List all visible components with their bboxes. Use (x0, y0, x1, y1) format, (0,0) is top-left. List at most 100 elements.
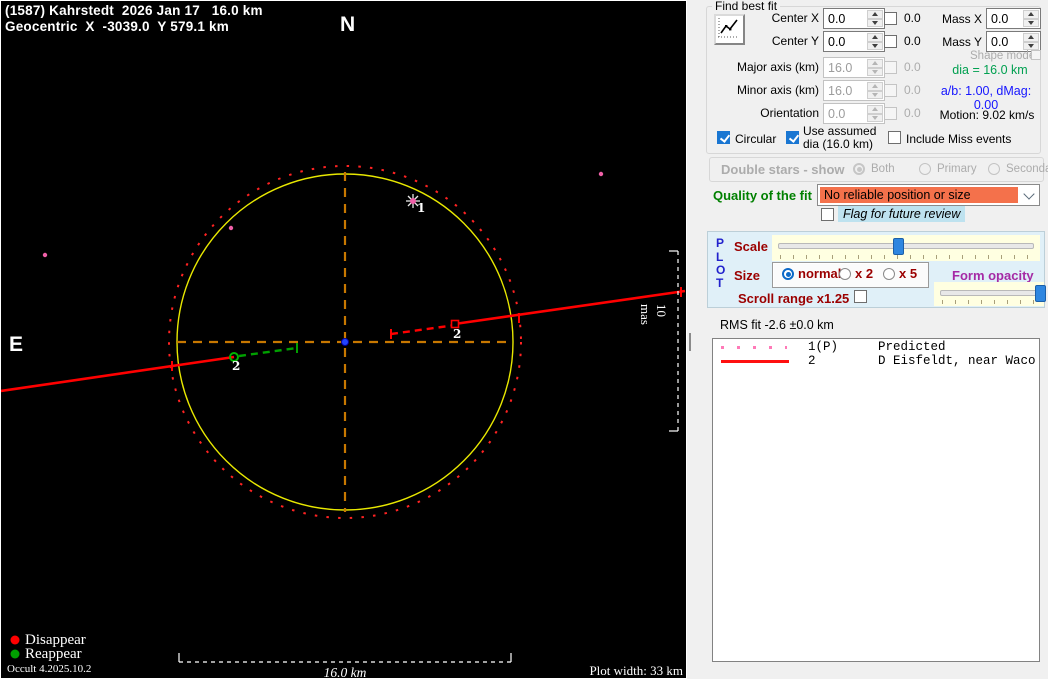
field-star-dot (42, 252, 48, 258)
center-y-spinner[interactable]: 0.0 (823, 31, 885, 52)
mas-scale-bracket (669, 250, 679, 432)
flag-future-review-checkbox[interactable] (821, 208, 834, 221)
mass-y-label: Mass Y (942, 35, 982, 49)
spinner-down-button (867, 67, 883, 76)
double-stars-secondary-radio (988, 163, 1000, 175)
legend-reappear-dot (10, 649, 20, 659)
form-opacity-slider-thumb[interactable] (1035, 285, 1047, 302)
mass-x-value[interactable]: 0.0 (991, 12, 1008, 26)
center-y-lock-checkbox[interactable] (884, 35, 897, 48)
slider-groove (778, 243, 1034, 249)
scale-label: Scale (734, 239, 768, 254)
spinner-down-button[interactable] (867, 41, 883, 50)
spinner-up-button (867, 82, 883, 91)
double-stars-both-radio (853, 163, 865, 175)
form-opacity-slider[interactable] (934, 282, 1047, 306)
orientation-label: Orientation (760, 106, 819, 120)
slider-ticks (780, 255, 1032, 259)
size-x2-label: x 2 (855, 266, 874, 281)
quality-of-fit-dropdown[interactable]: No reliable position or size (817, 184, 1040, 206)
quality-of-fit-selected: No reliable position or size (820, 187, 1018, 203)
plot-title-line1: (1587) Kahrstedt 2026 Jan 17 16.0 km (5, 3, 263, 18)
flag-future-review-label: Flag for future review (838, 206, 966, 222)
mass-y-value[interactable]: 0.0 (991, 35, 1008, 49)
orientation-lock-checkbox (884, 107, 897, 120)
spinner-down-button (867, 90, 883, 99)
center-x-value[interactable]: 0.0 (828, 12, 845, 26)
scroll-range-label: Scroll range x1.25 (738, 291, 850, 306)
major-axis-alt-value: 0.0 (904, 60, 921, 74)
spinner-up-button[interactable] (867, 10, 883, 19)
splitter-handle[interactable] (689, 333, 691, 351)
scale-slider-thumb[interactable] (892, 238, 904, 255)
occultation-plot-canvas[interactable] (1, 1, 686, 678)
quality-of-fit-label: Quality of the fit (713, 188, 812, 203)
mass-x-label: Mass X (941, 12, 982, 26)
predicted-marker-label: 1 (417, 201, 426, 215)
size-label: Size (734, 268, 761, 283)
field-star-dot (228, 225, 234, 231)
center-x-lock-checkbox[interactable] (884, 12, 897, 25)
center-dot (341, 338, 349, 346)
circular-label: Circular (735, 132, 777, 146)
disappear-errorbar (390, 324, 453, 336)
km-scale-label: 16.0 km (323, 665, 367, 679)
mass-y-spinner[interactable]: 0.0 (986, 31, 1041, 52)
orientation-spinner: 0.0 (823, 103, 885, 124)
spinner-up-button[interactable] (1023, 10, 1039, 19)
mass-x-spinner[interactable]: 0.0 (986, 8, 1041, 29)
include-miss-events-checkbox[interactable] (888, 131, 901, 144)
reappear-errorbar (238, 346, 298, 358)
size-x2-radio[interactable] (839, 268, 851, 280)
spinner-down-button[interactable] (867, 18, 883, 27)
run-best-fit-button[interactable] (714, 14, 745, 45)
legend-reappear-label: Reappear (25, 646, 82, 662)
chord2-reappear-label: 2 (232, 359, 241, 373)
orientation-value: 0.0 (828, 107, 846, 121)
size-normal-radio[interactable] (782, 268, 794, 280)
double-stars-both-label: Both (871, 163, 895, 175)
spinner-down-button[interactable] (1023, 41, 1039, 50)
size-x5-radio[interactable] (883, 268, 895, 280)
spinner-down-button[interactable] (1023, 18, 1039, 27)
observed-line-sample (721, 360, 789, 363)
center-y-value[interactable]: 0.0 (828, 35, 845, 49)
scroll-range-checkbox[interactable] (854, 290, 867, 303)
include-miss-events-label: Include Miss events (906, 132, 1012, 146)
app-version-label: Occult 4.2025.10.2 (7, 663, 92, 675)
spinner-up-button[interactable] (867, 33, 883, 42)
motion-label: Motion: 9.02 km/s (939, 108, 1035, 122)
dropdown-button[interactable] (1019, 186, 1038, 204)
north-label: N (340, 13, 356, 36)
major-axis-label: Major axis (km) (736, 60, 819, 74)
km-scale-bar (178, 653, 512, 663)
minor-axis-spinner: 16.0 (823, 80, 885, 101)
east-label: E (9, 333, 24, 356)
minor-axis-label: Minor axis (km) (736, 83, 819, 97)
list-item[interactable]: 1(P) Predicted (713, 339, 1039, 354)
field-star-dot (598, 171, 604, 177)
spinner-up-button[interactable] (1023, 33, 1039, 42)
orientation-alt-value: 0.0 (904, 106, 921, 120)
chord-2-west-segment[interactable] (1, 355, 235, 393)
plot-width-label: Plot width: 33 km (589, 663, 683, 678)
circular-checkbox[interactable] (717, 131, 730, 144)
observer-name: D Eisfeldt, near Waco (878, 354, 1036, 368)
list-item[interactable]: 2 D Eisfeldt, near Waco (713, 352, 1039, 368)
occult-fit-window: (1587) Kahrstedt 2026 Jan 17 16.0 km Geo… (0, 0, 1048, 679)
spinner-down-button (867, 113, 883, 122)
scale-slider[interactable] (772, 235, 1040, 261)
use-assumed-label-line1: Use assumed (803, 124, 877, 138)
plot-title-line2: Geocentric X -3039.0 Y 579.1 km (5, 19, 229, 34)
occultation-plot[interactable]: (1587) Kahrstedt 2026 Jan 17 16.0 km Geo… (0, 0, 687, 679)
observer-list[interactable]: 1(P) Predicted 2 D Eisfeldt, near Waco (712, 338, 1040, 662)
use-assumed-dia-checkbox[interactable] (786, 131, 799, 144)
plot-letter-o: O (716, 263, 726, 277)
major-axis-value: 16.0 (828, 61, 853, 75)
center-x-spinner[interactable]: 0.0 (823, 8, 885, 29)
shape-model-checkbox[interactable] (1031, 50, 1041, 60)
legend-disappear-dot (10, 635, 20, 645)
size-x5-label: x 5 (899, 266, 918, 281)
spinner-up-button (867, 105, 883, 114)
plot-controls-panel: P L O T Scale Size normal x 2 x 5 Form o… (707, 231, 1047, 308)
